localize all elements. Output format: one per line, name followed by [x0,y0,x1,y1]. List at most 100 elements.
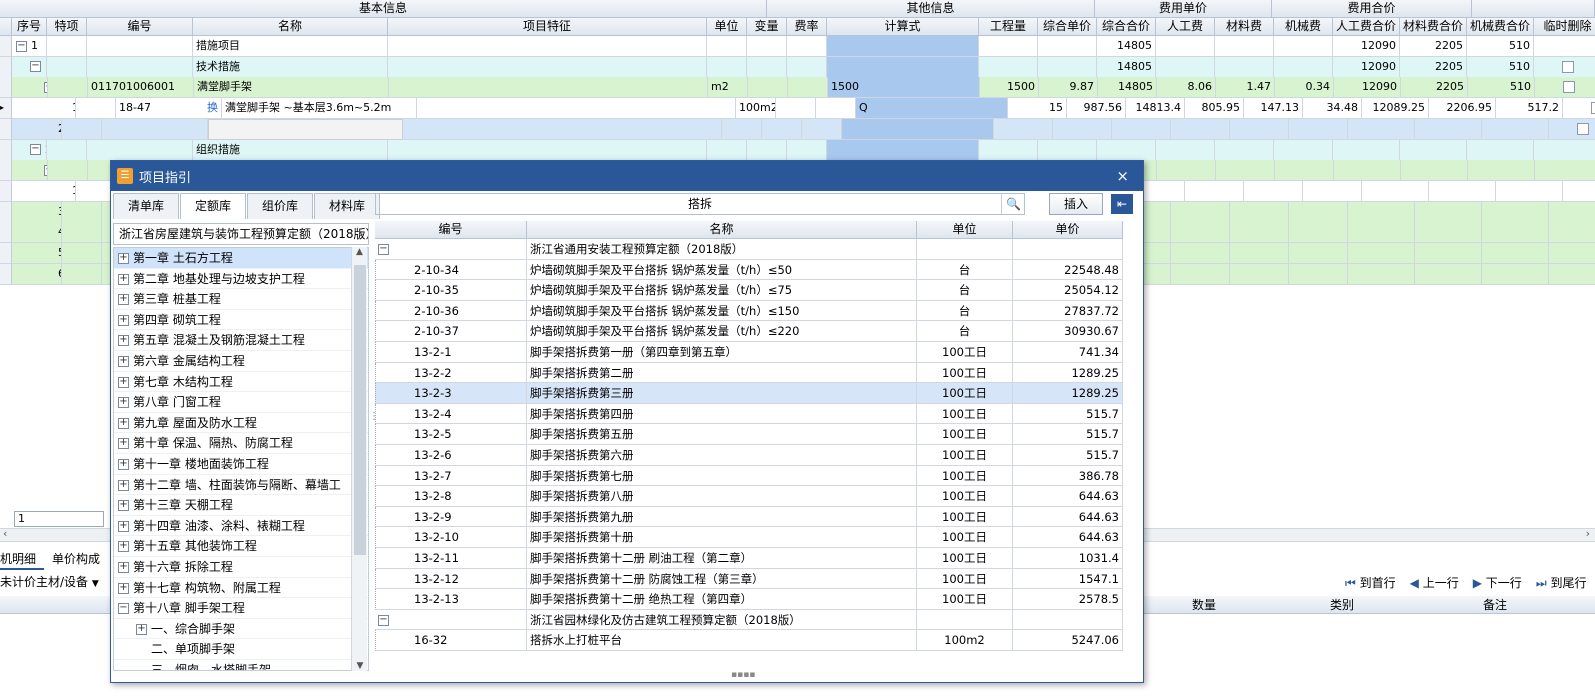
quota-row[interactable]: 13-2-2 脚手架搭拆费第二册 100工日 1289.25 [375,362,1123,384]
table-cell[interactable] [1467,139,1534,161]
insert-button[interactable]: 插入 [1049,193,1103,215]
quota-name-cell[interactable]: 脚手架搭拆费第十二册 绝热工程（第四章） [527,589,917,610]
col-header[interactable]: 费率 [787,18,827,36]
table-cell[interactable]: −2 [12,160,48,182]
table-cell[interactable] [1289,263,1348,285]
quota-unit-cell[interactable] [917,239,1013,260]
expand-icon[interactable]: + [118,294,129,306]
expand-icon[interactable]: + [136,623,147,635]
quota-price-cell[interactable]: 1289.25 [1013,362,1123,384]
table-cell[interactable]: 12090 [1333,56,1400,78]
col-header[interactable]: 人工费合价 [1333,18,1400,36]
table-cell[interactable] [1482,118,1549,140]
quota-price-cell[interactable]: 515.7 [1013,424,1123,445]
col-header[interactable]: 计算式 [827,18,979,36]
chapter-item[interactable]: +二、单项脚手架 [114,639,368,660]
expand-icon[interactable]: + [118,458,129,470]
quota-code-cell[interactable]: 13-2-12 [375,568,527,590]
table-cell[interactable]: 2205 [1401,77,1468,99]
table-cell[interactable] [48,77,88,99]
table-cell[interactable] [1038,36,1097,57]
quota-name-cell[interactable]: 脚手架搭拆费第六册 [527,444,917,466]
table-cell[interactable]: 技术措施 [193,56,388,78]
row-header[interactable] [0,160,12,182]
table-cell[interactable] [1415,222,1482,244]
table-cell[interactable] [1112,118,1171,140]
table-cell[interactable] [388,139,707,161]
quota-row[interactable]: 2-10-35 炉墙砌筑脚手架及平台搭拆 锅炉蒸发量（t/h）≤75 台 25054.… [375,280,1123,301]
cell-edit-input[interactable]: 1 [14,511,104,527]
chapter-item[interactable]: + 第八章 门窗工程 [114,392,368,413]
expand-icon[interactable]: + [118,417,129,429]
table-cell[interactable]: 517.2 [1496,98,1563,120]
table-cell[interactable] [102,118,208,140]
table-cell[interactable]: 14813.4 [1126,98,1185,120]
quota-row[interactable]: 13-2-11 脚手架搭拆费第十二册 刷油工程（第二章） 100工日 1031.4 [375,547,1123,569]
quota-name-cell[interactable]: 炉墙砌筑脚手架及平台搭拆 锅炉蒸发量（t/h）≤150 [527,300,917,322]
table-row[interactable]: ▸1 18-47 换满堂脚手架 ~基本层3.6m~5.2m 100m2 Q15987.5… [0,98,1595,120]
quota-price-cell[interactable]: 1547.1 [1013,568,1123,590]
table-cell[interactable] [722,118,762,140]
quota-code-cell[interactable]: 13-2-13 [375,589,527,610]
col-header[interactable]: 工程量 [979,18,1038,36]
swap-icon[interactable]: 换 [207,98,218,118]
temp-delete-checkbox[interactable] [1561,60,1574,73]
table-cell[interactable] [1496,180,1563,202]
table-cell[interactable] [1401,160,1468,182]
quota-unit-cell[interactable]: 台 [917,280,1013,301]
quota-price-cell[interactable]: 1289.25 [1013,383,1123,404]
quota-price-cell[interactable]: 25054.12 [1013,280,1123,301]
table-cell[interactable] [747,36,787,57]
chapter-item[interactable]: + 第四章 砌筑工程 [114,310,368,331]
table-cell[interactable] [1482,222,1549,244]
table-cell[interactable] [1334,160,1401,182]
table-cell[interactable] [1274,36,1333,57]
table-cell[interactable] [87,56,193,78]
quota-price-cell[interactable]: 1031.4 [1013,547,1123,569]
table-cell[interactable] [842,118,994,140]
quota-price-cell[interactable]: 2578.5 [1013,589,1123,610]
table-cell[interactable] [1215,56,1274,78]
table-cell[interactable] [1482,263,1549,285]
table-cell[interactable]: 18-47 换 [116,98,222,120]
dialog-title-bar[interactable]: ☰ 项目指引 [111,161,1143,191]
table-cell[interactable] [1230,201,1289,223]
quota-code-cell[interactable]: 13-2-6 [375,444,527,466]
quota-unit-cell[interactable]: 100工日 [917,465,1013,487]
col-header[interactable]: 临时删除 [1534,18,1595,36]
table-cell[interactable]: 1500 [980,77,1039,99]
filter-dropdown[interactable]: 未计价主材/设备 ▼ [0,573,99,593]
table-cell[interactable]: 510 [1467,36,1534,57]
table-cell[interactable]: 2205 [1400,36,1467,57]
row-header[interactable] [0,139,12,161]
quota-row[interactable]: 13-2-3 脚手架搭拆费第三册 100工日 1289.25 [375,383,1123,404]
table-cell[interactable] [47,139,87,161]
nav-prev-button[interactable]: ◀ 上一行 [1410,574,1459,592]
quota-code-cell[interactable]: 13-2-2 [375,362,527,384]
row-header[interactable] [0,180,12,202]
quota-price-cell[interactable]: 515.7 [1013,444,1123,466]
table-row[interactable]: −1 技术措施 14805 120902205510 [0,56,1595,78]
quota-row[interactable]: 13-2-5 脚手架搭拆费第五册 100工日 515.7 [375,424,1123,445]
table-cell[interactable] [1274,139,1333,161]
quota-price-cell[interactable]: 515.7 [1013,403,1123,425]
chapter-item[interactable]: + 第三章 桩基工程 [114,289,368,310]
table-cell[interactable]: 0.34 [1275,77,1334,99]
table-cell[interactable] [1362,180,1429,202]
table-cell[interactable]: 12090 [1333,36,1400,57]
table-cell[interactable] [1534,56,1595,78]
table-cell[interactable] [1415,118,1482,140]
chapter-item[interactable]: + 第十三章 天棚工程 [114,495,368,516]
quota-name-cell[interactable]: 脚手架搭拆费第十册 [527,527,917,548]
quota-unit-cell[interactable]: 100工日 [917,568,1013,590]
table-cell[interactable]: 100m2 [736,98,776,120]
quota-row[interactable]: 13-2-6 脚手架搭拆费第六册 100工日 515.7 [375,444,1123,466]
col-header[interactable]: 编号 [87,18,193,36]
scroll-up-icon[interactable]: ▲ [352,247,367,257]
expand-icon[interactable]: + [118,335,129,347]
table-cell[interactable]: m2 [708,77,748,99]
table-cell[interactable]: 15 [1008,98,1067,120]
table-cell[interactable] [208,118,403,140]
search-icon[interactable]: 🔍 [1001,194,1025,214]
table-cell[interactable] [707,139,747,161]
